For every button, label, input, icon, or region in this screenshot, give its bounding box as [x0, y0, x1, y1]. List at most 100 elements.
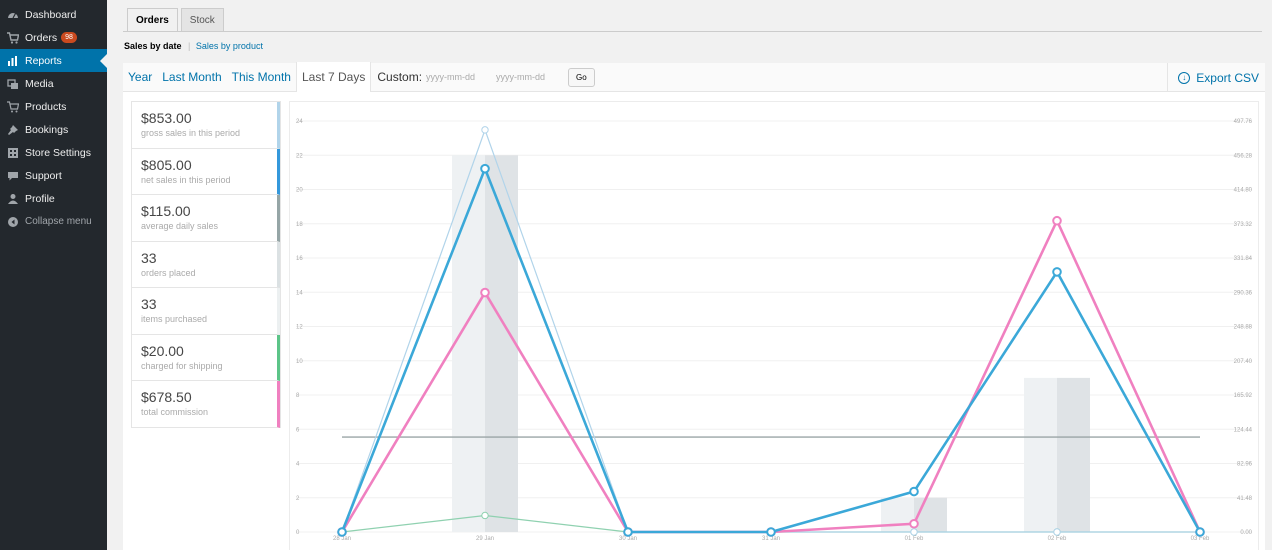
legend-value: $678.50 [141, 389, 192, 405]
subnav-sales-by-date[interactable]: Sales by date [124, 41, 182, 51]
data-point [766, 527, 776, 537]
end-date-input[interactable] [496, 72, 563, 82]
user-icon [6, 192, 19, 205]
sidebar-item-dashboard[interactable]: Dashboard [0, 3, 107, 26]
data-point [480, 287, 490, 298]
range-last-month[interactable]: Last Month [157, 63, 226, 92]
date-range-bar: Year Last Month This Month Last 7 Days C… [123, 62, 1265, 92]
sidebar-item-media[interactable]: Media [0, 72, 107, 95]
y-right-tick-label: 373.32 [1234, 222, 1253, 228]
legend-average-daily-sales[interactable]: $115.00 average daily sales [132, 195, 280, 242]
legend-label: gross sales in this period [141, 128, 241, 138]
legend-gross-sales[interactable]: $853.00 gross sales in this period [132, 102, 280, 149]
sidebar-item-label: Products [25, 100, 67, 113]
data-point [623, 527, 633, 537]
sidebar-item-label: Media [25, 77, 54, 90]
y-left-tick-label: 20 [296, 188, 303, 194]
sidebar-item-products[interactable]: Products [0, 95, 107, 118]
report-tabs: Orders Stock [127, 8, 224, 32]
export-csv-label: Export CSV [1196, 70, 1259, 85]
x-tick-label: 01 Feb [905, 536, 924, 542]
data-point [909, 486, 919, 497]
y-left-tick-label: 0 [296, 530, 300, 536]
collapse-icon [6, 215, 19, 228]
admin-sidebar: Dashboard Orders 98 Reports Media Produc… [0, 0, 107, 550]
tab-divider [123, 31, 1262, 32]
settings-icon [6, 146, 19, 159]
pin-icon [6, 123, 19, 136]
support-icon [6, 169, 19, 182]
range-year[interactable]: Year [123, 63, 157, 92]
custom-range: Custom: Go [377, 67, 595, 87]
y-right-tick-label: 456.28 [1234, 153, 1253, 159]
sidebar-item-reports[interactable]: Reports [0, 49, 107, 72]
collapse-menu-button[interactable]: Collapse menu [0, 210, 107, 233]
sidebar-item-label: Reports [25, 54, 62, 67]
start-date-input[interactable] [426, 72, 493, 82]
legend-total-commission[interactable]: $678.50 total commission [132, 381, 280, 428]
legend-items-purchased[interactable]: 33 items purchased [132, 288, 280, 335]
data-point [910, 528, 918, 536]
y-right-tick-label: 207.40 [1234, 359, 1253, 365]
sidebar-item-label: Orders [25, 31, 58, 44]
report-subnav: Sales by date | Sales by product [124, 41, 263, 51]
legend-value: $805.00 [141, 156, 192, 173]
go-button[interactable]: Go [568, 67, 595, 87]
custom-range-label: Custom: [377, 70, 423, 84]
data-point [1052, 267, 1062, 277]
media-icon [6, 77, 19, 90]
sidebar-item-label: Bookings [25, 123, 69, 136]
legend-value: $20.00 [141, 342, 184, 359]
data-point [337, 527, 347, 537]
y-left-tick-label: 2 [296, 496, 300, 502]
legend-net-sales[interactable]: $805.00 net sales in this period [132, 148, 280, 195]
products-icon [6, 100, 19, 113]
bar-items-purchased [1057, 377, 1090, 532]
legend-value: $115.00 [141, 203, 191, 219]
x-tick-label: 29 Jan [476, 536, 494, 542]
report-panel: $853.00 gross sales in this period $805.… [123, 92, 1265, 550]
legend-label: average daily sales [141, 221, 219, 231]
tab-orders[interactable]: Orders [127, 8, 178, 32]
legend-label: net sales in this period [141, 174, 231, 185]
y-left-tick-label: 10 [296, 359, 303, 365]
y-right-tick-label: 41.48 [1237, 496, 1253, 502]
y-left-tick-label: 16 [296, 256, 303, 262]
chart-legend: $853.00 gross sales in this period $805.… [131, 101, 281, 428]
dashboard-icon [6, 8, 19, 21]
subnav-sales-by-product[interactable]: Sales by product [196, 41, 263, 51]
y-left-tick-label: 14 [296, 290, 303, 296]
legend-shipping[interactable]: $20.00 charged for shipping [132, 334, 280, 381]
download-icon: ↓ [1178, 71, 1191, 84]
bar-orders-placed [881, 497, 914, 532]
y-right-tick-label: 82.96 [1237, 462, 1253, 468]
sidebar-item-store-settings[interactable]: Store Settings [0, 141, 107, 164]
data-point [481, 126, 489, 134]
y-left-tick-label: 8 [296, 393, 300, 399]
y-left-tick-label: 22 [296, 153, 303, 159]
subnav-separator: | [188, 41, 191, 51]
legend-value: 33 [141, 249, 157, 266]
data-point [481, 511, 489, 520]
sidebar-item-label: Support [25, 169, 62, 182]
export-csv-button[interactable]: ↓ Export CSV [1167, 63, 1265, 92]
y-right-tick-label: 248.88 [1234, 325, 1253, 331]
legend-orders-placed[interactable]: 33 orders placed [132, 241, 280, 288]
collapse-menu-label: Collapse menu [25, 216, 92, 227]
y-right-tick-label: 165.92 [1234, 393, 1253, 399]
bar-orders-placed [1024, 377, 1057, 532]
x-tick-label: 28 Jan [333, 536, 351, 542]
sidebar-item-label: Profile [25, 192, 55, 205]
range-this-month[interactable]: This Month [227, 63, 296, 92]
sidebar-item-orders[interactable]: Orders 98 [0, 26, 107, 49]
y-right-tick-label: 0.00 [1240, 530, 1252, 536]
range-last-7-days[interactable]: Last 7 Days [295, 62, 372, 92]
legend-value: $853.00 [141, 110, 192, 126]
sidebar-item-support[interactable]: Support [0, 164, 107, 187]
y-right-tick-label: 414.80 [1234, 188, 1253, 194]
sidebar-item-bookings[interactable]: Bookings [0, 118, 107, 141]
sidebar-item-profile[interactable]: Profile [0, 187, 107, 210]
tab-stock[interactable]: Stock [180, 8, 224, 32]
x-tick-label: 30 Jan [619, 536, 637, 542]
y-right-tick-label: 497.76 [1234, 119, 1253, 125]
